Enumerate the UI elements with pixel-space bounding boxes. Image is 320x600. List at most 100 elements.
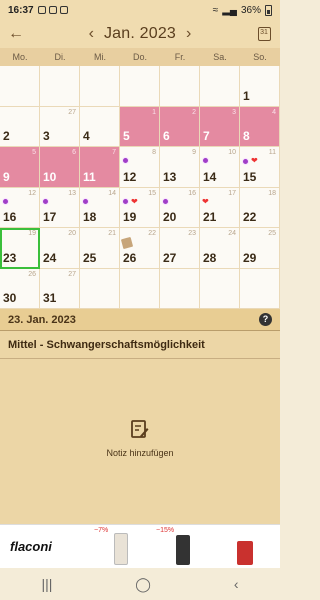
calendar-day[interactable]: 14 18 <box>80 187 120 228</box>
day-number: 25 <box>83 250 97 265</box>
cycle-day-number: 15 <box>148 189 156 197</box>
calendar-day[interactable]: 1 <box>240 66 280 107</box>
day-number: 21 <box>203 210 217 224</box>
cycle-day-number: 2 <box>192 108 196 116</box>
ad-brand-logo[interactable]: flaconi <box>0 539 90 554</box>
cycle-day-number: 6 <box>72 149 76 156</box>
day-number: 16 <box>3 210 17 224</box>
calendar-day[interactable]: 15 ❤ 19 <box>120 187 160 228</box>
calendar-day[interactable]: 4 <box>80 106 120 147</box>
calendar-day[interactable]: 59 <box>0 147 40 188</box>
cycle-day-number: 14 <box>108 189 116 197</box>
calendar-day[interactable]: 37 <box>200 106 240 147</box>
prev-month-button[interactable]: ‹ <box>89 25 94 43</box>
day-markers: ❤ <box>202 197 209 206</box>
calendar-day[interactable]: 23 27 <box>160 228 200 269</box>
calendar-day[interactable]: 26 <box>160 106 200 147</box>
weekday-label: So. <box>253 52 267 62</box>
calendar-day[interactable]: 13 17 <box>40 187 80 228</box>
cycle-day-number: 5 <box>32 149 36 156</box>
day-markers <box>202 157 209 164</box>
day-number: 20 <box>163 210 177 224</box>
calendar-day[interactable]: 9 13 <box>160 147 200 188</box>
calendar-day[interactable]: 16 20 <box>160 187 200 228</box>
calendar-day[interactable]: 17 ❤ 21 <box>200 187 240 228</box>
next-month-button[interactable]: › <box>186 25 191 43</box>
calendar-day[interactable]: 2 <box>0 106 40 147</box>
recents-icon[interactable]: ||| <box>41 576 52 592</box>
calendar-grid: 1 2 27 3 4 1 5 2 6 3 7 4 8 5 9 6 10 7 11 8 12 9 13 10 14 11 ❤ 15 12 1… <box>0 66 280 309</box>
day-markers <box>120 236 134 250</box>
ad-product-1[interactable]: −7% <box>90 525 152 569</box>
calendar-day[interactable]: 26 30 <box>0 268 40 309</box>
cycle-day-number: 8 <box>152 149 156 156</box>
calendar-day[interactable]: 7 11 <box>80 147 120 188</box>
calendar-day[interactable]: 6 10 <box>40 147 80 188</box>
calendar-day[interactable]: 24 28 <box>200 228 240 269</box>
calendar-day[interactable]: 27 3 <box>40 106 80 147</box>
edit-note-icon <box>131 419 149 439</box>
calendar-day[interactable]: 20 24 <box>40 228 80 269</box>
calendar-empty-cell <box>240 268 280 309</box>
perfume-bottle-icon <box>176 534 190 565</box>
day-number: 24 <box>43 250 57 265</box>
cycle-day-number: 1 <box>152 108 156 116</box>
ad-banner[interactable]: flaconi −7% −15% <box>0 524 280 568</box>
calendar-day[interactable]: 12 16 <box>0 187 40 228</box>
add-note-button[interactable]: Notiz hinzufügen <box>0 419 280 458</box>
pill-dot-icon <box>122 198 129 205</box>
back-nav-icon[interactable]: ‹ <box>234 576 239 592</box>
day-number: 2 <box>3 129 10 143</box>
calendar-day[interactable]: 8 12 <box>120 147 160 188</box>
calendar-empty-cell <box>80 66 120 107</box>
help-icon[interactable]: ? <box>259 313 272 326</box>
selected-date: 23. Jan. 2023 <box>8 313 76 326</box>
check-icon <box>59 6 68 14</box>
calendar-day[interactable]: 22 26 <box>120 228 160 269</box>
calendar-day[interactable]: 19 23 <box>0 228 40 269</box>
calendar-day[interactable]: 10 14 <box>200 147 240 188</box>
cycle-day-number: 24 <box>228 230 236 237</box>
calendar-empty-cell <box>160 66 200 107</box>
cycle-day-number: 27 <box>68 108 76 116</box>
system-icons: ≈ ▂▄ 36% <box>212 4 272 16</box>
discount-badge-2: −15% <box>156 526 175 534</box>
home-icon[interactable]: ◯ <box>135 576 151 593</box>
day-number: 6 <box>163 129 170 143</box>
ad-product-3[interactable] <box>214 525 276 569</box>
calendar-day[interactable]: 15 <box>120 106 160 147</box>
day-number: 27 <box>163 250 177 265</box>
day-markers <box>82 197 89 205</box>
signal-icon: ▂▄ <box>222 4 237 16</box>
weekday-label: Mi. <box>94 52 106 62</box>
calendar-day[interactable]: 11 ❤ 15 <box>240 147 280 188</box>
calendar-day[interactable]: 25 29 <box>240 228 280 269</box>
weekday-row: Mo. Di. Mi. Do. Fr. Sa. So. <box>0 48 280 66</box>
cycle-day-number: 19 <box>28 230 36 237</box>
calendar-day[interactable]: 27 31 <box>40 268 80 309</box>
add-note-label: Notiz hinzufügen <box>106 448 174 458</box>
status-time: 16:37 <box>8 4 34 16</box>
cycle-day-number: 23 <box>188 230 196 237</box>
cycle-day-number: 10 <box>228 149 236 156</box>
cycle-day-number: 22 <box>148 230 156 237</box>
wifi-icon: ≈ <box>212 4 219 16</box>
day-markers <box>122 157 129 164</box>
cycle-day-number: 17 <box>228 189 236 197</box>
calendar-day[interactable]: 48 <box>240 106 280 147</box>
today-button[interactable]: 31 <box>248 27 280 41</box>
day-number: 3 <box>43 129 50 143</box>
cycle-day-number: 26 <box>28 270 36 278</box>
day-number: 31 <box>43 291 57 305</box>
heart-icon: ❤ <box>131 196 138 206</box>
day-number: 9 <box>3 169 10 184</box>
selected-date-row: 23. Jan. 2023 ? <box>0 309 280 331</box>
calendar-day[interactable]: 21 25 <box>80 228 120 269</box>
back-arrow-icon[interactable]: ← <box>0 25 32 43</box>
instagram-icon <box>48 6 57 14</box>
note-icon <box>120 236 134 250</box>
calendar-day[interactable]: 18 22 <box>240 187 280 228</box>
ad-product-2[interactable]: −15% <box>152 525 214 569</box>
notification-icon <box>37 6 46 14</box>
system-navbar: ||| ◯ ‹ <box>0 568 280 600</box>
